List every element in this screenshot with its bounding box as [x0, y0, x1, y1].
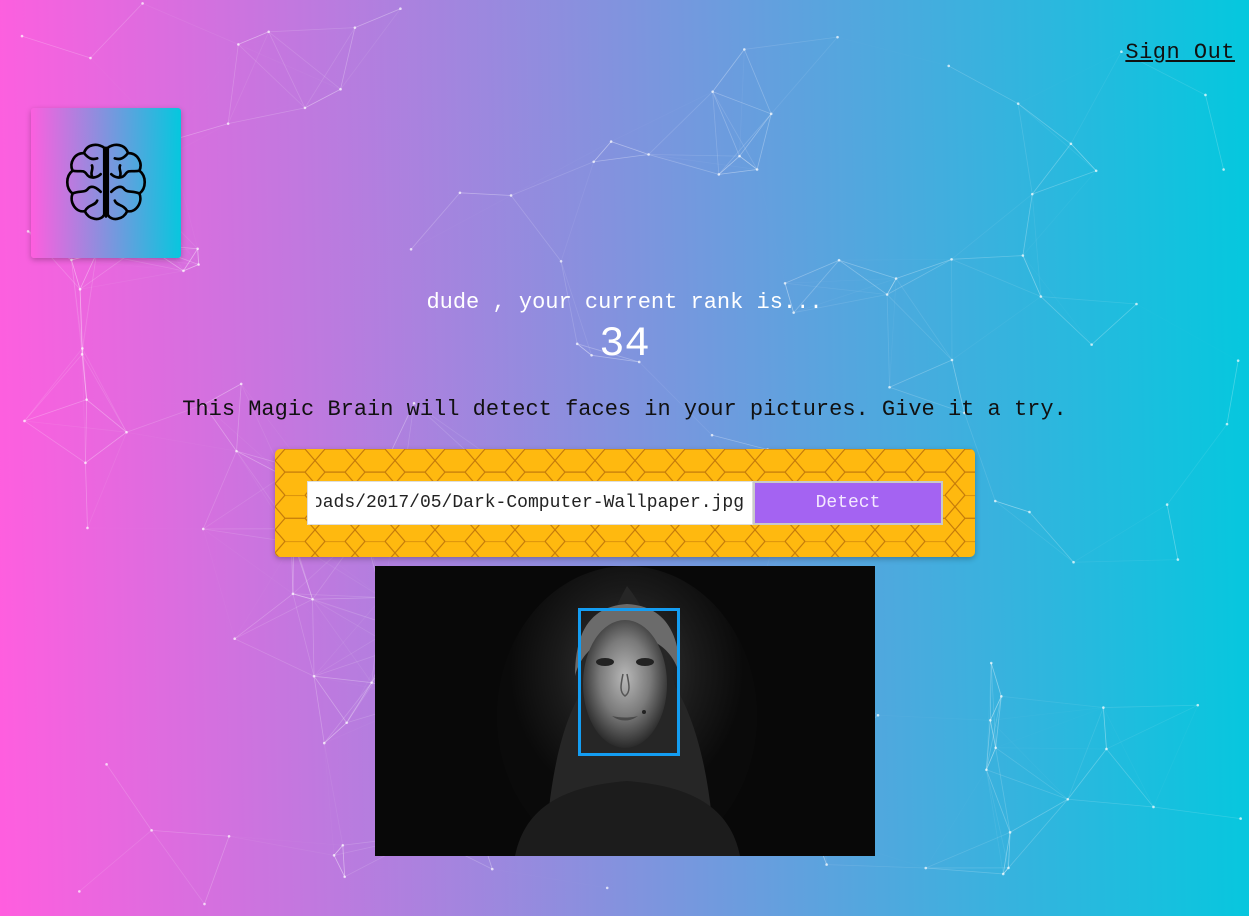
sign-out-link[interactable]: Sign Out	[1125, 40, 1235, 65]
image-url-form: Detect	[275, 449, 975, 557]
rank-number: 34	[599, 320, 650, 368]
rank-message: dude , your current rank is...	[426, 290, 823, 315]
brain-icon	[65, 143, 147, 221]
detected-image	[375, 566, 875, 856]
detect-button[interactable]: Detect	[753, 481, 943, 525]
intro-text: This Magic Brain will detect faces in yo…	[182, 397, 1067, 422]
image-url-input[interactable]	[307, 481, 753, 525]
face-bounding-box	[578, 608, 680, 756]
logo	[31, 108, 181, 258]
